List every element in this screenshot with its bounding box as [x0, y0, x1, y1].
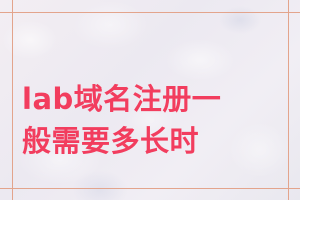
headline-line-1: lab域名注册一	[22, 82, 222, 116]
frame-line-top	[0, 12, 300, 13]
thumbnail-card: lab域名注册一 般需要多长时	[0, 0, 300, 200]
frame-line-left	[12, 0, 13, 200]
frame-line-bottom	[0, 188, 300, 189]
headline: lab域名注册一 般需要多长时	[22, 78, 292, 162]
headline-line-2: 般需要多长时	[22, 124, 200, 158]
